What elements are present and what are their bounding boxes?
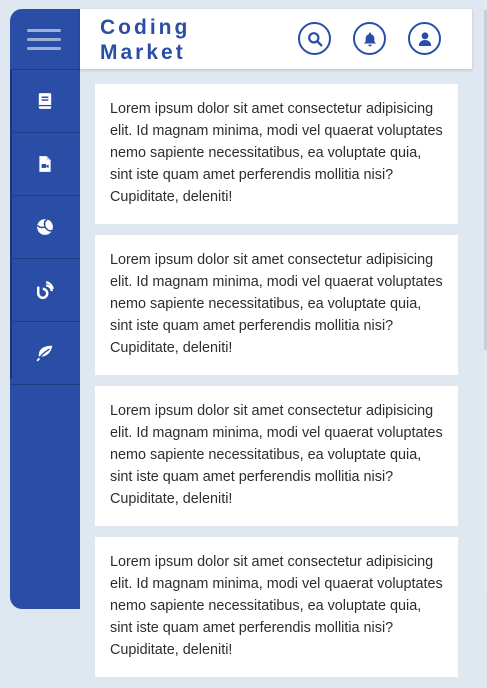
menu-bar bbox=[27, 29, 61, 32]
leaf-icon bbox=[36, 345, 53, 362]
content-card: Lorem ipsum dolor sit amet consectetur a… bbox=[95, 235, 458, 375]
sidebar-item-leaf[interactable] bbox=[10, 321, 80, 385]
top-header: Coding Market bbox=[80, 9, 472, 69]
card-text: Lorem ipsum dolor sit amet consectetur a… bbox=[110, 252, 443, 356]
notifications-button[interactable] bbox=[353, 22, 386, 55]
sidebar-item-book[interactable] bbox=[10, 69, 80, 132]
volleyball-icon bbox=[36, 218, 53, 235]
search-button[interactable] bbox=[298, 22, 331, 55]
content-card: Lorem ipsum dolor sit amet consectetur a… bbox=[95, 84, 458, 224]
menu-bar bbox=[27, 38, 61, 41]
sidebar-item-file-video[interactable] bbox=[10, 132, 80, 195]
book-icon bbox=[38, 93, 52, 109]
logo-line-2: Market bbox=[100, 41, 186, 64]
menu-bar bbox=[27, 47, 61, 50]
search-icon bbox=[307, 31, 323, 47]
app-logo[interactable]: Coding Market bbox=[100, 15, 190, 65]
card-text: Lorem ipsum dolor sit amet consectetur a… bbox=[110, 554, 443, 658]
sidebar-item-blog[interactable] bbox=[10, 258, 80, 321]
file-video-icon bbox=[39, 156, 51, 172]
sidebar bbox=[10, 9, 80, 609]
profile-button[interactable] bbox=[408, 22, 441, 55]
user-icon bbox=[418, 31, 431, 46]
content-card: Lorem ipsum dolor sit amet consectetur a… bbox=[95, 386, 458, 526]
bell-icon bbox=[363, 32, 376, 46]
logo-line-1: Coding bbox=[100, 16, 191, 39]
card-text: Lorem ipsum dolor sit amet consectetur a… bbox=[110, 403, 443, 507]
hamburger-menu-icon[interactable] bbox=[27, 29, 61, 53]
sidebar-nav bbox=[10, 69, 80, 385]
content-card: Lorem ipsum dolor sit amet consectetur a… bbox=[95, 537, 458, 677]
content-feed: Lorem ipsum dolor sit amet consectetur a… bbox=[95, 84, 458, 688]
sidebar-item-volleyball[interactable] bbox=[10, 195, 80, 258]
blog-icon bbox=[37, 281, 54, 299]
card-text: Lorem ipsum dolor sit amet consectetur a… bbox=[110, 101, 443, 205]
